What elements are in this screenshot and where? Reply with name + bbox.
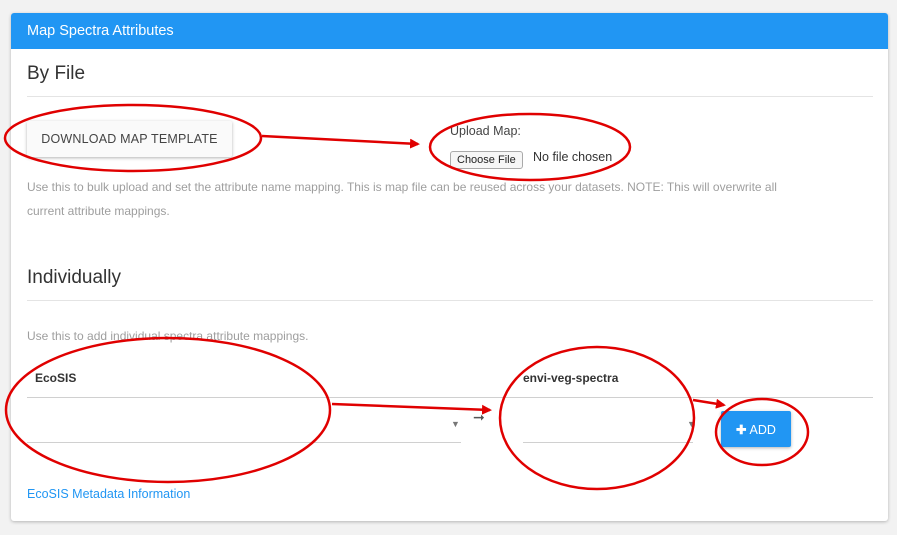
- download-map-template-button[interactable]: DOWNLOAD MAP TEMPLATE: [27, 121, 232, 157]
- upload-map-label: Upload Map:: [450, 124, 521, 138]
- divider: [27, 397, 873, 398]
- ecosis-metadata-link[interactable]: EcoSIS Metadata Information: [27, 487, 190, 501]
- plus-icon: ✚: [736, 422, 747, 437]
- ecosis-attribute-select[interactable]: ▼: [27, 405, 461, 443]
- file-status: No file chosen: [533, 150, 613, 164]
- map-spectra-panel: Map Spectra Attributes By File DOWNLOAD …: [11, 13, 888, 521]
- choose-file-button[interactable]: Choose File: [450, 151, 523, 169]
- bulk-upload-help-line2: current attribute mappings.: [27, 204, 170, 218]
- add-button-label: ADD: [749, 422, 776, 437]
- dataset-label: envi-veg-spectra: [523, 371, 619, 385]
- bulk-upload-help-line1: Use this to bulk upload and set the attr…: [27, 180, 777, 194]
- individually-heading: Individually: [27, 267, 121, 288]
- add-mapping-button[interactable]: ✚ ADD: [721, 411, 791, 447]
- ecosis-label: EcoSIS: [35, 371, 77, 385]
- caret-down-icon: ▼: [687, 419, 696, 429]
- dataset-attribute-select[interactable]: ▼: [523, 405, 696, 443]
- select-underline: [523, 442, 693, 443]
- panel-title: Map Spectra Attributes: [11, 13, 888, 49]
- by-file-heading: By File: [27, 63, 86, 84]
- select-underline: [27, 442, 461, 443]
- caret-down-icon: ▼: [451, 419, 460, 429]
- individual-help: Use this to add individual spectra attri…: [27, 329, 309, 343]
- divider: [27, 96, 873, 97]
- divider: [27, 300, 873, 301]
- arrow-right-icon: ➞: [473, 409, 485, 425]
